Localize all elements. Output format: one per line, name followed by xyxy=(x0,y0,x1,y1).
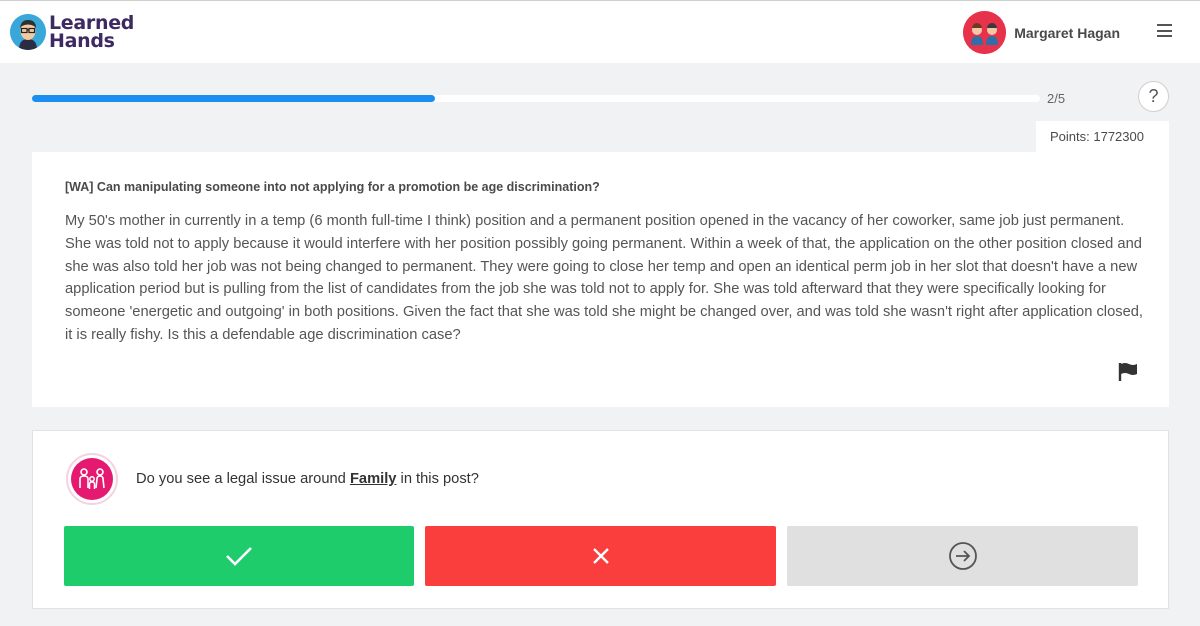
avatar[interactable] xyxy=(963,11,1007,54)
progress-bar xyxy=(32,95,1040,102)
no-button[interactable] xyxy=(425,526,776,586)
logo-text-line2: Hands xyxy=(49,30,115,52)
top-header: Learned Hands Margaret Hagan xyxy=(0,0,1200,63)
question-suffix: in this post? xyxy=(396,471,479,487)
help-button[interactable]: ? xyxy=(1138,81,1169,112)
user-menu[interactable]: Margaret Hagan xyxy=(963,11,1120,54)
post-title: [WA] Can manipulating someone into not a… xyxy=(65,180,600,194)
progress-bar-fill xyxy=(32,95,436,102)
post-card: [WA] Can manipulating someone into not a… xyxy=(32,152,1169,407)
user-name[interactable]: Margaret Hagan xyxy=(1014,25,1120,41)
points-display: Points: 1772300 xyxy=(1036,121,1169,152)
yes-button[interactable] xyxy=(64,526,414,586)
family-icon xyxy=(66,453,118,505)
question-topic-link[interactable]: Family xyxy=(350,471,397,487)
logo-face-icon xyxy=(10,14,46,50)
question-card: Do you see a legal issue around Family i… xyxy=(32,430,1169,609)
hamburger-menu-icon[interactable] xyxy=(1157,24,1172,37)
progress-count: 2/5 xyxy=(1047,91,1066,106)
flag-icon[interactable] xyxy=(1118,362,1138,382)
question-prefix: Do you see a legal issue around xyxy=(136,471,350,487)
x-icon xyxy=(592,548,609,564)
logo-text: Learned Hands xyxy=(49,14,134,52)
checkmark-icon xyxy=(226,547,252,566)
question-text: Do you see a legal issue around Family i… xyxy=(136,471,479,487)
arrow-right-circle-icon xyxy=(948,542,977,570)
skip-button[interactable] xyxy=(787,526,1138,586)
logo[interactable]: Learned Hands xyxy=(10,14,134,52)
post-body: My 50's mother in currently in a temp (6… xyxy=(65,213,1144,343)
